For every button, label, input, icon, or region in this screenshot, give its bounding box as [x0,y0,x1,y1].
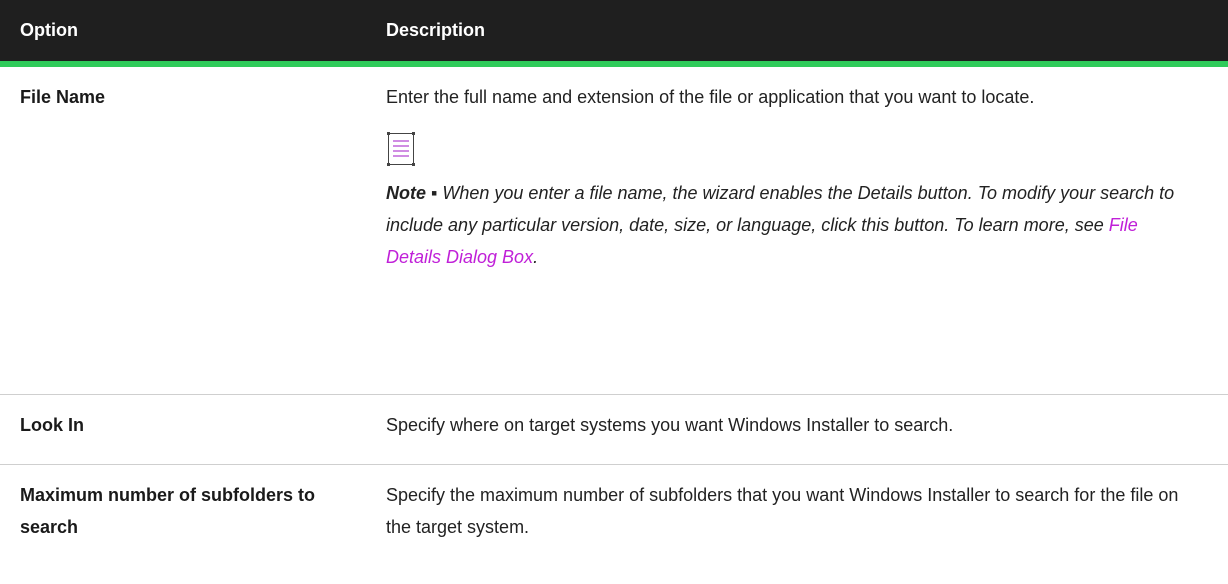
option-column-header: Option [0,0,386,67]
note-end: . [533,247,539,267]
table-body: File Name Enter the full name and extens… [0,64,1228,584]
option-description: Specify where on target systems you want… [386,394,1228,465]
table-row: File Name Enter the full name and extens… [0,64,1228,395]
option-description: Specify the maximum number of subfolders… [386,464,1228,584]
note-label: Note ▪ [386,183,438,203]
table-header: Option Description [0,0,1228,67]
description-text: Enter the full name and extension of the… [386,87,1035,107]
description-text: Specify where on target systems you want… [386,414,954,435]
table-row: Look In Specify where on target systems … [0,394,1228,465]
description-text: Specify the maximum number of subfolders… [386,484,1179,537]
option-name: Look In [0,394,386,465]
header-row: Option Description [0,0,1228,67]
option-name: Maximum number of subfolders to search [20,484,316,537]
note-text: Note ▪ When you enter a file name, the w… [386,177,1188,287]
note-icon-graphic [387,132,415,166]
note-body: When you enter a file name, the wizard e… [386,183,1175,235]
note-icon [386,131,416,167]
table-row: Maximum number of subfolders to search S… [0,464,1228,584]
option-description: Enter the full name and extension of the… [386,64,1228,395]
option-name: File Name [0,64,386,395]
options-table: Option Description File Name Enter the f… [0,0,1228,584]
description-column-header: Description [386,0,1228,67]
